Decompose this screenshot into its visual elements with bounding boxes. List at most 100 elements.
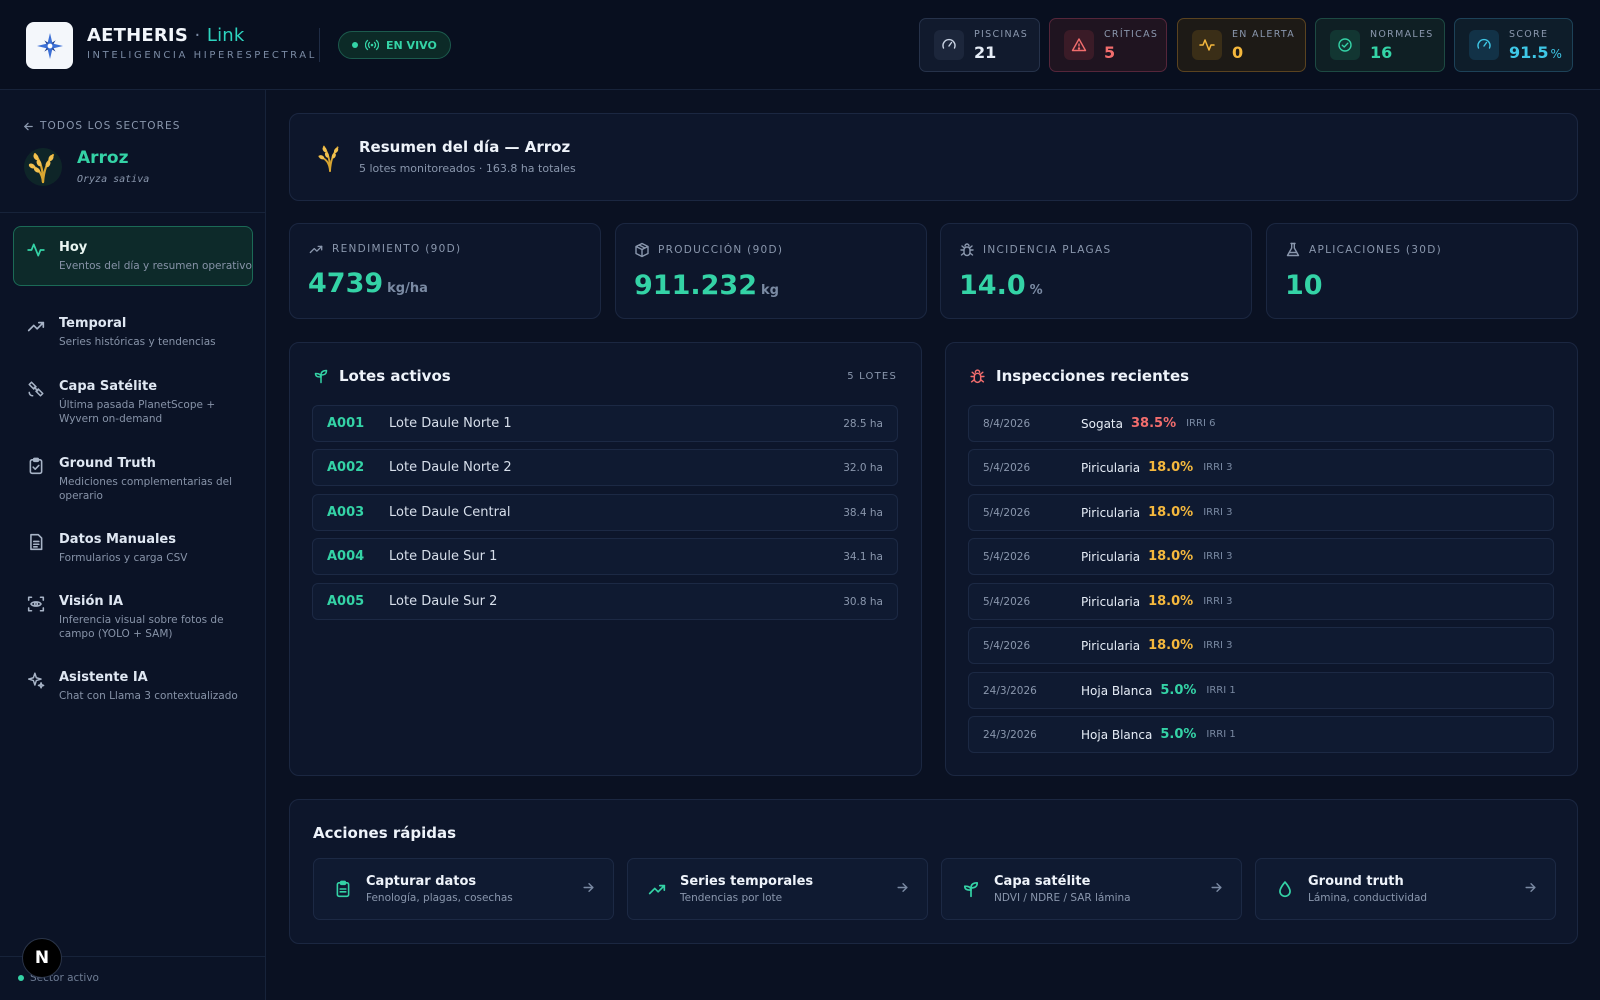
inspection-date: 8/4/2026: [983, 417, 1031, 430]
inspection-irri: IRRI 6: [1186, 418, 1216, 429]
summary-panel: Resumen del día — Arroz 5 lotes monitore…: [289, 113, 1578, 201]
stat-card-score[interactable]: SCORE 91.5%: [1454, 18, 1573, 72]
inspection-pest: Piricularia: [1081, 460, 1141, 475]
brand-title: AETHERIS · Link: [87, 25, 317, 46]
kpi-card-produccion: PRODUCCIÓN (90D) 911.232 kg: [615, 223, 927, 319]
inspection-date: 24/3/2026: [983, 684, 1037, 697]
trend-up-icon: [27, 321, 45, 332]
inspection-row[interactable]: 5/4/2026 Piricularia 18.0% IRRI 3: [968, 494, 1554, 531]
lot-name: Lote Daule Central: [389, 505, 511, 520]
inspection-row[interactable]: 5/4/2026 Piricularia 18.0% IRRI 3: [968, 538, 1554, 575]
sprout-icon: [314, 369, 328, 384]
package-icon: [635, 242, 649, 258]
score-unit: %: [1550, 46, 1562, 61]
arrow-left-icon: [24, 122, 33, 130]
lot-area: 30.8 ha: [843, 595, 883, 608]
action-series-temporales[interactable]: Series temporales Tendencias por lote: [627, 858, 928, 920]
inspection-date: 5/4/2026: [983, 461, 1031, 474]
inspection-percent: 38.5%: [1131, 416, 1177, 431]
inspection-irri: IRRI 1: [1206, 685, 1236, 696]
inspection-percent: 18.0%: [1148, 549, 1194, 564]
lotes-count: 5 LOTES: [847, 371, 897, 382]
lotes-activos-title: Lotes activos: [339, 367, 451, 385]
inspection-row[interactable]: 5/4/2026 Piricularia 18.0% IRRI 3: [968, 583, 1554, 620]
kpi-number: 10: [1285, 270, 1323, 301]
check-circle-icon: [1330, 30, 1360, 60]
kpi-value: 4739 kg/ha: [308, 268, 582, 299]
lot-row[interactable]: A005 Lote Daule Sur 2 30.8 ha: [312, 583, 898, 620]
sidebar-item-capa-satelite[interactable]: Capa Satélite Última pasada PlanetScope …: [13, 365, 253, 439]
sidebar-item-hoy[interactable]: Hoy Eventos del día y resumen operativo: [13, 226, 253, 286]
inspection-row[interactable]: 24/3/2026 Hoja Blanca 5.0% IRRI 1: [968, 672, 1554, 709]
stat-card-criticas[interactable]: CRÍTICAS 5: [1049, 18, 1167, 72]
brand-suffix: Link: [206, 25, 245, 46]
sidebar-item-temporal[interactable]: Temporal Series históricas y tendencias: [13, 302, 253, 362]
kpi-label: INCIDENCIA PLAGAS: [959, 242, 1233, 258]
droplet-icon: [1274, 880, 1296, 898]
sidebar-item-desc: Última pasada PlanetScope + Wyvern on-de…: [59, 399, 216, 425]
sidebar-item-asistente-ia[interactable]: Asistente IA Chat con Llama 3 contextual…: [13, 656, 253, 716]
stat-value: 5: [1104, 42, 1116, 62]
stat-card-piscinas[interactable]: PISCINAS 21: [919, 18, 1040, 72]
inspection-row[interactable]: 5/4/2026 Piricularia 18.0% IRRI 3: [968, 627, 1554, 664]
clipboard-check-icon: [29, 457, 43, 475]
action-capa-satelite[interactable]: Capa satélite NDVI / NDRE / SAR lámina: [941, 858, 1242, 920]
header-divider: [319, 28, 320, 62]
kpi-label: APLICACIONES (30D): [1285, 242, 1559, 258]
sidebar-item-vision-ia[interactable]: Visión IA Inferencia visual sobre fotos …: [13, 580, 253, 654]
sidebar-item-desc: Chat con Llama 3 contextualizado: [59, 690, 238, 702]
inspection-date: 24/3/2026: [983, 728, 1037, 741]
lot-row[interactable]: A004 Lote Daule Sur 1 34.1 ha: [312, 538, 898, 575]
inspection-percent: 18.0%: [1148, 460, 1194, 475]
kpi-label-text: INCIDENCIA PLAGAS: [983, 244, 1112, 256]
back-to-sectors-link[interactable]: TODOS LOS SECTORES: [23, 120, 180, 132]
lot-row[interactable]: A001 Lote Daule Norte 1 28.5 ha: [312, 405, 898, 442]
kpi-label-text: RENDIMIENTO (90D): [332, 243, 462, 255]
inspection-row[interactable]: 24/3/2026 Hoja Blanca 5.0% IRRI 1: [968, 716, 1554, 753]
clipboard-icon: [332, 880, 354, 898]
sidebar-item-label: Temporal: [59, 316, 127, 331]
top-header: AETHERIS · Link INTELIGENCIA HIPERESPECT…: [0, 0, 1600, 90]
stat-label: NORMALES: [1370, 28, 1434, 40]
status-dot-icon: [18, 975, 24, 981]
lotes-activos-panel: Lotes activos 5 LOTES A001 Lote Daule No…: [289, 342, 922, 776]
sidebar-item-datos-manuales[interactable]: Datos Manuales Formularios y carga CSV: [13, 518, 253, 578]
inspection-irri: IRRI 3: [1203, 462, 1233, 473]
sidebar-item-desc: Eventos del día y resumen operativo: [59, 260, 252, 272]
inspection-irri: IRRI 3: [1203, 640, 1233, 651]
dev-tools-badge[interactable]: N: [22, 938, 62, 978]
gauge-icon: [1469, 30, 1499, 60]
stat-card-en-alerta[interactable]: EN ALERTA 0: [1177, 18, 1306, 72]
kpi-number: 911.232: [634, 270, 757, 301]
satellite-icon: [28, 381, 44, 397]
inspection-row[interactable]: 8/4/2026 Sogata 38.5% IRRI 6: [968, 405, 1554, 442]
arrow-right-icon: [897, 883, 908, 892]
action-capturar-datos[interactable]: Capturar datos Fenología, plagas, cosech…: [313, 858, 614, 920]
inspecciones-panel: Inspecciones recientes 8/4/2026 Sogata 3…: [945, 342, 1578, 776]
crop-scientific-name: Oryza sativa: [77, 174, 150, 185]
lot-area: 28.5 ha: [843, 417, 883, 430]
lot-name: Lote Daule Sur 1: [389, 549, 498, 564]
stat-label: SCORE: [1509, 28, 1549, 40]
action-ground-truth[interactable]: Ground truth Lámina, conductividad: [1255, 858, 1556, 920]
brand-block: AETHERIS · Link INTELIGENCIA HIPERESPECT…: [87, 25, 317, 61]
sidebar-item-desc: Series históricas y tendencias: [59, 336, 216, 348]
inspection-row[interactable]: 5/4/2026 Piricularia 18.0% IRRI 3: [968, 449, 1554, 486]
stat-label: EN ALERTA: [1232, 28, 1296, 40]
lot-row[interactable]: A003 Lote Daule Central 38.4 ha: [312, 494, 898, 531]
lot-code: A002: [327, 460, 365, 475]
kpi-number: 14.0: [959, 270, 1026, 301]
lot-area: 32.0 ha: [843, 461, 883, 474]
stat-label: PISCINAS: [974, 28, 1029, 40]
stat-value: 16: [1370, 42, 1393, 62]
lot-row[interactable]: A002 Lote Daule Norte 2 32.0 ha: [312, 449, 898, 486]
flask-icon: [1286, 242, 1300, 257]
stat-label: CRÍTICAS: [1104, 28, 1159, 40]
sidebar-item-ground-truth[interactable]: Ground Truth Mediciones complementarias …: [13, 442, 253, 516]
inspection-date: 5/4/2026: [983, 550, 1031, 563]
app-logo[interactable]: [26, 22, 73, 69]
star-logo-icon: [36, 32, 63, 59]
inspecciones-heading: Inspecciones recientes: [969, 367, 1189, 385]
sidebar-divider: [0, 212, 266, 213]
stat-card-normales[interactable]: NORMALES 16: [1315, 18, 1445, 72]
